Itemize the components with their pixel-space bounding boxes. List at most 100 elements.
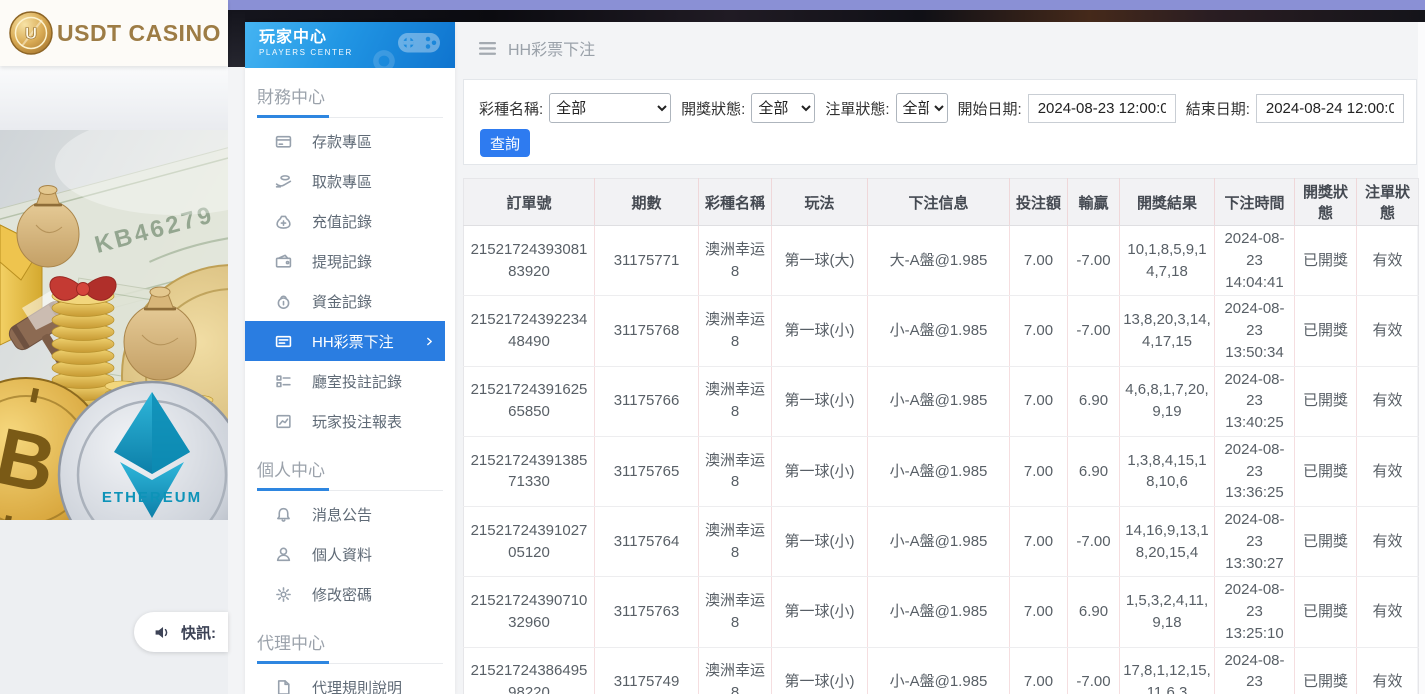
table-cell: 有效 [1357,366,1419,436]
table-cell: 澳洲幸运8 [699,226,772,296]
table-cell: 31175763 [595,577,699,647]
table-row: 215217243930818392031175771澳洲幸运8第一球(大)大-… [464,226,1419,296]
table-cell: 第一球(小) [772,366,868,436]
table-cell: 10,1,8,5,9,14,7,18 [1120,226,1215,296]
sidebar-item-label: 廳室投註記錄 [312,371,402,392]
hamburger-menu-icon[interactable] [479,42,496,55]
end-date-label: 結束日期: [1186,98,1250,119]
lottery-type-select[interactable]: 全部 [549,93,671,123]
left-light-strip [0,66,228,130]
sidebar-item-label: 提現記錄 [312,251,372,272]
table-cell: 已開獎 [1295,436,1357,506]
table-cell: 31175768 [595,296,699,366]
sidebar-section-title: 財務中心 [257,83,443,118]
lottery-type-label: 彩種名稱: [479,98,543,119]
person-icon [275,546,292,563]
bet-status-select[interactable]: 全部 [896,93,948,123]
table-cell: 31175766 [595,366,699,436]
table-cell: 7.00 [1010,296,1068,366]
filter-row: 彩種名稱: 全部 開獎狀態: 全部 注單狀態: 全部 開始日期: 結束日期: [479,93,1416,123]
breadcrumb: HH彩票下注 [479,36,595,60]
sidebar-item-gear[interactable]: 修改密碼 [245,574,455,614]
table-cell: -7.00 [1068,647,1120,694]
table-cell: 7.00 [1010,507,1068,577]
table-cell: 有效 [1357,436,1419,506]
table-cell: 第一球(小) [772,647,868,694]
table-cell: 2152172439138571330 [464,436,595,506]
scrollbar-gutter[interactable] [1418,22,1425,694]
table-cell: 澳洲幸运8 [699,507,772,577]
table-cell: 已開獎 [1295,507,1357,577]
sidebar-item-withdrawal-wallet[interactable]: 提現記錄 [245,241,455,281]
table-cell: 已開獎 [1295,577,1357,647]
sidebar-item-label: 取款專區 [312,171,372,192]
sidebar-item-person[interactable]: 個人資料 [245,534,455,574]
withdraw-hand-icon [275,173,292,190]
table-cell: 有效 [1357,577,1419,647]
table-cell: 6.90 [1068,366,1120,436]
sidebar-section-title: 代理中心 [257,629,443,664]
sidebar-item-report-chart[interactable]: 玩家投注報表 [245,401,455,441]
sidebar-item-label: HH彩票下注 [312,331,394,352]
table-cell: 31175749 [595,647,699,694]
news-ticker[interactable]: 快訊: [134,612,228,652]
table-cell: 第一球(小) [772,296,868,366]
ethereum-label: ETHEREUM [102,489,202,506]
sidebar-item-room-record-list[interactable]: 廳室投註記錄 [245,361,455,401]
top-banner-strip [227,10,1425,22]
search-button[interactable]: 查詢 [480,129,530,157]
table-cell: 1,3,8,4,15,18,10,6 [1120,436,1215,506]
table-cell: 澳洲幸运8 [699,296,772,366]
sidebar-item-deposit-card[interactable]: 存款專區 [245,121,455,161]
end-date-input[interactable] [1256,94,1404,123]
promo-money-image: KB46279 [0,130,228,520]
table-cell: 第一球(大) [772,226,868,296]
draw-status-label: 開獎狀態: [681,98,745,119]
bets-table-panel: 訂單號期數彩種名稱玩法下注信息投注額輸贏開獎結果下注時間開獎狀態注單狀態 215… [463,178,1417,694]
table-cell: 第一球(小) [772,577,868,647]
table-cell: 2024-08-23 13:30:27 [1215,507,1295,577]
table-row: 215217243922344849031175768澳洲幸运8第一球(小)小-… [464,296,1419,366]
start-date-input[interactable] [1028,94,1176,123]
sidebar-item-document[interactable]: 代理規則說明 [245,667,455,694]
funds-purse-icon [275,293,292,310]
document-icon [275,679,292,694]
table-cell: 7.00 [1010,436,1068,506]
table-row: 215217243864959822031175749澳洲幸运8第一球(小)小-… [464,647,1419,694]
draw-status-select[interactable]: 全部 [751,93,815,123]
sidebar-item-label: 代理規則說明 [312,677,402,694]
table-cell: 2152172439308183920 [464,226,595,296]
brand-name: USDT CASINO [57,20,221,47]
table-cell: 7.00 [1010,226,1068,296]
table-cell: 2152172439162565850 [464,366,595,436]
sidebar-item-label: 存款專區 [312,131,372,152]
bet-status-label: 注單狀態: [825,98,889,119]
table-cell: 小-A盤@1.985 [868,296,1010,366]
table-cell: 17,8,1,12,15,11,6,3 [1120,647,1215,694]
dice-icon [371,48,397,68]
room-record-list-icon [275,373,292,390]
column-header: 輸贏 [1068,179,1120,226]
sidebar-menu: 財務中心存款專區取款專區充值記錄提現記錄資金記錄 HH彩票下注廳室投註記錄玩家投注… [245,83,455,694]
sidebar-item-funds-purse[interactable]: 資金記錄 [245,281,455,321]
table-cell: 1,5,3,2,4,11,9,18 [1120,577,1215,647]
column-header: 開獎狀態 [1295,179,1357,226]
sidebar-item-label: 個人資料 [312,544,372,565]
table-cell: 6.90 [1068,577,1120,647]
sidebar: 玩家中心 PLAYERS CENTER 財務中心存款專區取款專區充值記錄提現記錄… [245,22,455,694]
table-cell: 31175764 [595,507,699,577]
sidebar-item-withdraw-hand[interactable]: 取款專區 [245,161,455,201]
table-cell: 4,6,8,1,7,20,9,19 [1120,366,1215,436]
sidebar-item-lottery-ticket[interactable]: HH彩票下注 [245,321,445,361]
sidebar-left-dark-strip [228,10,245,67]
page-title: HH彩票下注 [508,36,595,60]
speaker-icon [154,624,171,641]
table-cell: 7.00 [1010,577,1068,647]
sidebar-item-recharge-bag[interactable]: 充值記錄 [245,201,455,241]
table-cell: 13,8,20,3,14,4,17,15 [1120,296,1215,366]
table-cell: 有效 [1357,647,1419,694]
table-cell: 2024-08-23 13:40:25 [1215,366,1295,436]
sidebar-item-bell[interactable]: 消息公告 [245,494,455,534]
gear-icon [275,586,292,603]
table-cell: 澳洲幸运8 [699,647,772,694]
